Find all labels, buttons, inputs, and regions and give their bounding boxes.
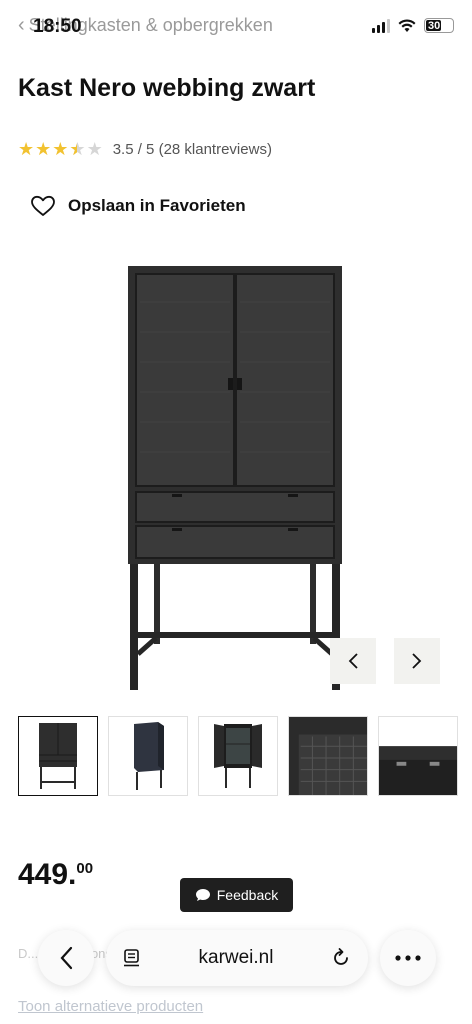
url-text: karwei.nl xyxy=(198,947,274,968)
thumbnail-open[interactable] xyxy=(198,716,278,796)
feedback-button[interactable]: Feedback xyxy=(180,878,293,912)
product-title: Kast Nero webbing zwart xyxy=(18,74,316,102)
star-icon: ★ xyxy=(52,139,69,159)
system-icons: 30 xyxy=(372,18,454,33)
chevron-left-icon xyxy=(60,946,73,970)
thumbnail-front[interactable] xyxy=(18,716,98,796)
thumbnail-strip xyxy=(18,716,458,796)
wifi-icon xyxy=(398,18,416,32)
chevron-right-icon xyxy=(412,653,422,669)
chevron-left-icon xyxy=(348,653,358,669)
price-cents: 00 xyxy=(76,860,94,877)
feedback-label: Feedback xyxy=(216,887,279,903)
browser-toolbar: karwei.nl xyxy=(10,930,462,988)
product-price: 449. 00 xyxy=(18,858,93,892)
thumbnail-drawer[interactable] xyxy=(378,716,458,796)
star-half-icon: ★ xyxy=(69,140,85,158)
signal-icon xyxy=(372,18,390,33)
alternatives-link[interactable]: Toon alternatieve producten xyxy=(18,998,203,1015)
gallery-prev-button[interactable] xyxy=(330,638,376,684)
rating-stars: ★ ★ ★ ★ ★ xyxy=(18,140,103,158)
chat-bubble-icon xyxy=(195,889,210,901)
save-favorite-label: Opslaan in Favorieten xyxy=(68,196,246,215)
thumbnail-detail[interactable] xyxy=(288,716,368,796)
battery-level: 30 xyxy=(428,19,441,32)
browser-more-button[interactable] xyxy=(380,930,436,986)
reload-icon[interactable] xyxy=(330,947,352,969)
chevron-left-icon: ‹ xyxy=(18,14,25,36)
product-rating[interactable]: ★ ★ ★ ★ ★ 3.5 / 5 (28 klantreviews) xyxy=(18,140,272,158)
status-bar: ‹ Stellingkasten & opbergrekken 18:50 30 xyxy=(0,0,472,54)
ellipsis-icon xyxy=(395,955,421,961)
star-icon: ★ xyxy=(18,139,35,159)
thumbnail-angle[interactable] xyxy=(108,716,188,796)
rating-text: 3.5 / 5 (28 klantreviews) xyxy=(112,140,272,158)
clock: 18:50 xyxy=(33,16,82,37)
browser-back-button[interactable] xyxy=(38,930,94,986)
gallery-next-button[interactable] xyxy=(394,638,440,684)
cabinet-illustration xyxy=(128,266,342,690)
star-icon: ★ xyxy=(35,139,52,159)
price-main: 449. xyxy=(18,858,77,891)
address-bar[interactable]: karwei.nl xyxy=(106,930,368,986)
battery-icon: 30 xyxy=(424,18,454,33)
reader-mode-icon[interactable] xyxy=(122,948,142,968)
star-empty-icon: ★ xyxy=(86,139,103,159)
save-favorite-button[interactable]: Opslaan in Favorieten xyxy=(30,195,246,217)
product-main-image[interactable] xyxy=(120,262,350,694)
heart-outline-icon xyxy=(31,195,55,216)
